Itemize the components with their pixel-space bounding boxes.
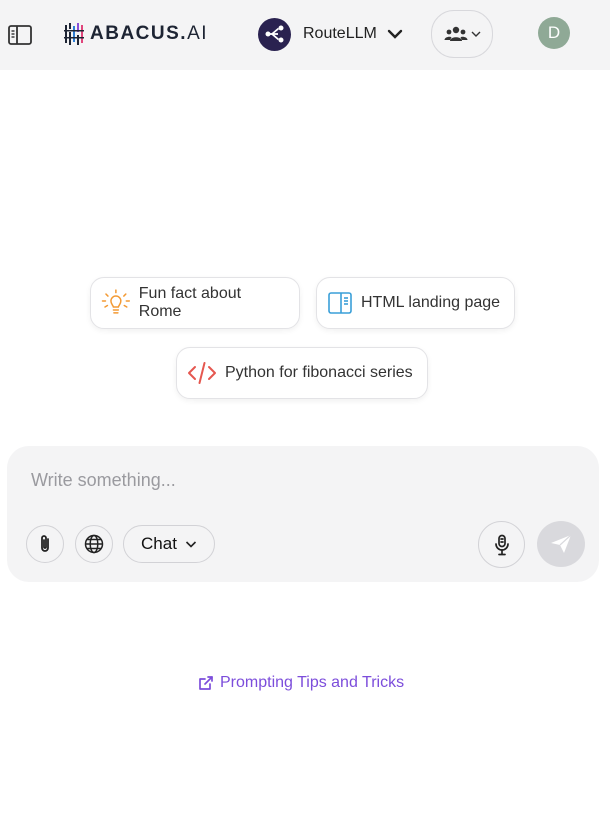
paperclip-icon xyxy=(41,535,49,552)
logo-text: ABACUS.AI xyxy=(90,23,209,44)
prompting-tips-link[interactable]: Prompting Tips and Tricks xyxy=(198,674,404,692)
suggestion-label: Python for fibonacci series xyxy=(225,364,413,381)
chevron-down-icon xyxy=(471,31,480,37)
model-selector[interactable]: RouteLLM xyxy=(258,17,403,51)
prompting-tips-label: Prompting Tips and Tricks xyxy=(220,674,405,691)
sidebar-panel-icon xyxy=(8,25,32,45)
route-llm-icon xyxy=(258,17,291,51)
team-menu-button[interactable] xyxy=(431,10,493,58)
abacus-logo[interactable]: ABACUS.AI xyxy=(64,22,208,46)
globe-icon xyxy=(84,534,104,554)
chevron-down-icon xyxy=(387,29,403,39)
suggestion-label: Fun fact about Rome xyxy=(138,285,242,320)
web-search-button[interactable] xyxy=(75,525,113,563)
users-icon xyxy=(444,26,467,41)
chat-mode-label: Chat xyxy=(141,534,177,553)
sidebar-toggle-button[interactable] xyxy=(8,24,32,46)
message-composer: Chat xyxy=(7,446,599,582)
top-bar: ABACUS.AI RouteLLM D xyxy=(0,0,610,70)
chat-mode-select[interactable]: Chat xyxy=(123,525,215,563)
voice-input-button[interactable] xyxy=(478,521,525,568)
code-icon xyxy=(188,362,216,384)
chevron-down-icon xyxy=(185,541,197,548)
layout-icon xyxy=(328,292,352,314)
lightbulb-icon xyxy=(101,289,131,314)
message-input[interactable] xyxy=(31,470,571,491)
microphone-icon xyxy=(494,534,509,555)
send-icon xyxy=(551,534,572,553)
send-button[interactable] xyxy=(537,521,585,567)
suggestion-chip-python[interactable]: Python for fibonacci series xyxy=(176,347,428,399)
suggestion-chip-html[interactable]: HTML landing page xyxy=(316,277,515,329)
user-avatar[interactable]: D xyxy=(538,17,570,49)
model-label: RouteLLM xyxy=(303,25,377,42)
attach-button[interactable] xyxy=(26,525,64,563)
abacus-logo-icon xyxy=(64,23,84,45)
suggestion-label: HTML landing page xyxy=(361,294,501,311)
external-link-icon xyxy=(199,676,213,690)
suggestion-chip-rome[interactable]: Fun fact about Rome xyxy=(90,277,300,329)
